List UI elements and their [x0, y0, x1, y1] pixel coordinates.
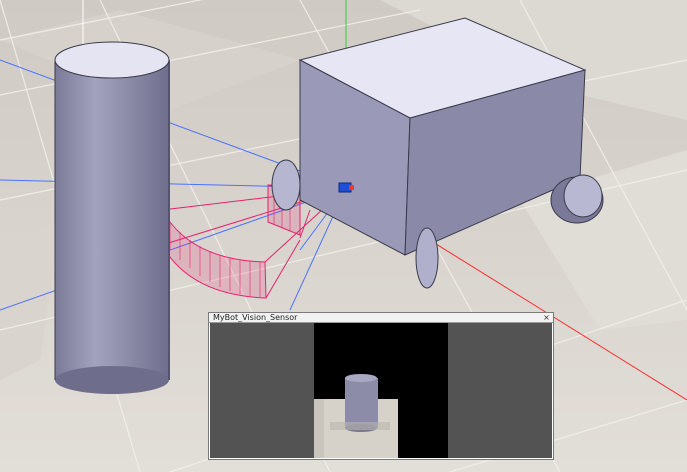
vision-sensor-window[interactable]: MyBot_Vision_Sensor ×	[208, 312, 554, 460]
vision-sensor-image	[210, 323, 552, 458]
wheel-rear-left	[271, 159, 301, 211]
cylinder-obstacle[interactable]	[54, 41, 170, 394]
window-titlebar[interactable]: MyBot_Vision_Sensor ×	[209, 313, 553, 323]
close-button[interactable]: ×	[542, 312, 551, 322]
window-title: MyBot_Vision_Sensor	[213, 313, 298, 322]
wheel-front	[415, 227, 439, 289]
